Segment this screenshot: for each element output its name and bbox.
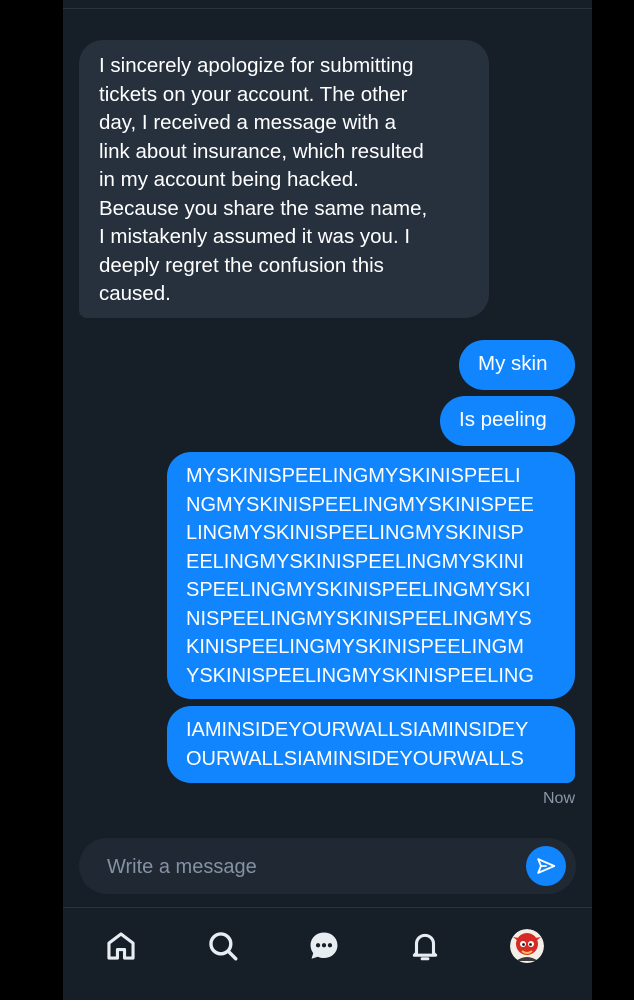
nav-home[interactable] xyxy=(101,926,141,966)
avatar xyxy=(510,929,544,963)
bell-icon xyxy=(412,933,438,961)
message-input[interactable] xyxy=(105,838,509,896)
home-icon xyxy=(107,932,135,960)
bottom-nav xyxy=(63,908,592,1000)
sent-message-bubble: Is peeling xyxy=(440,396,575,446)
chat-icon xyxy=(310,932,338,959)
send-icon xyxy=(537,858,556,874)
search-icon xyxy=(209,932,238,961)
sent-message-bubble: IAMINSIDEYOURWALLSIAMINSIDEY OURWALLSIAM… xyxy=(167,706,575,783)
nav-notifications[interactable] xyxy=(405,926,445,966)
chat-screen: I sincerely apologize for submitting tic… xyxy=(63,0,592,1000)
received-message-bubble: I sincerely apologize for submitting tic… xyxy=(79,40,489,318)
sent-message-bubble: My skin xyxy=(459,340,575,390)
top-divider xyxy=(63,8,592,9)
nav-search[interactable] xyxy=(203,926,243,966)
message-timestamp: Now xyxy=(542,790,575,807)
sent-message-bubble: MYSKINISPEELINGMYSKINISPEELI NGMYSKINISP… xyxy=(167,452,575,699)
message-composer xyxy=(79,838,576,896)
nav-profile[interactable] xyxy=(507,926,547,966)
send-button[interactable] xyxy=(526,846,566,886)
nav-chat[interactable] xyxy=(304,926,344,966)
